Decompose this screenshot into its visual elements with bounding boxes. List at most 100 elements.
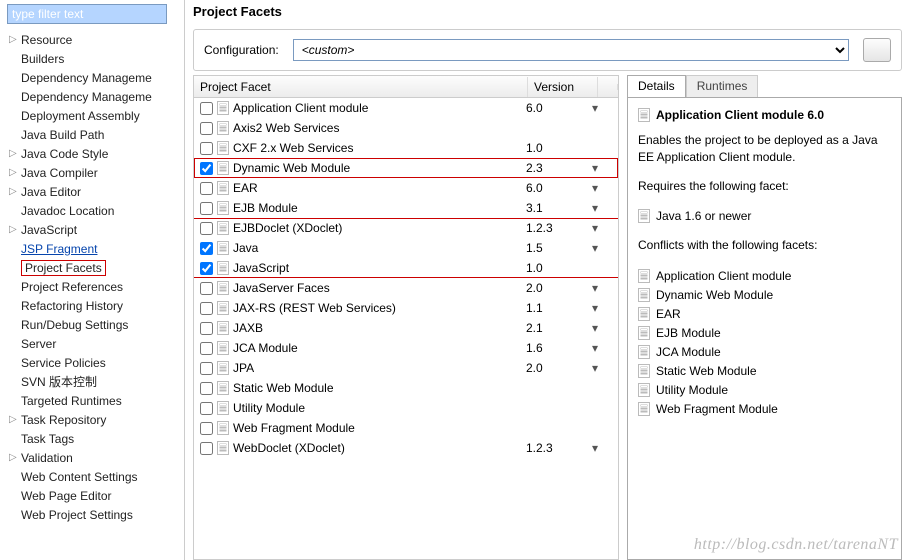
- facet-row[interactable]: WebDoclet (XDoclet) 1.2.3 ▾: [194, 438, 618, 458]
- tab-runtimes[interactable]: Runtimes: [686, 75, 759, 97]
- facet-row[interactable]: Dynamic Web Module 2.3 ▾: [194, 158, 618, 178]
- sidebar-item-label: Dependency Manageme: [21, 71, 152, 85]
- facet-checkbox[interactable]: [200, 362, 213, 375]
- sidebar-item[interactable]: Deployment Assembly: [3, 106, 184, 125]
- sidebar-item[interactable]: Project References: [3, 277, 184, 296]
- version-dropdown-icon[interactable]: ▾: [592, 201, 612, 215]
- sidebar-item[interactable]: ▷JavaScript: [3, 220, 184, 239]
- sidebar-item[interactable]: Javadoc Location: [3, 201, 184, 220]
- sidebar-item[interactable]: Server: [3, 334, 184, 353]
- tab-details[interactable]: Details: [627, 75, 686, 97]
- sidebar-item[interactable]: ▷Java Code Style: [3, 144, 184, 163]
- conflicts-list: Application Client moduleDynamic Web Mod…: [638, 266, 893, 418]
- version-dropdown-icon[interactable]: ▾: [592, 161, 612, 175]
- sidebar-item[interactable]: Dependency Manageme: [3, 68, 184, 87]
- facet-checkbox[interactable]: [200, 242, 213, 255]
- sidebar-item[interactable]: Refactoring History: [3, 296, 184, 315]
- facet-checkbox[interactable]: [200, 262, 213, 275]
- sidebar-item[interactable]: ▷Validation: [3, 448, 184, 467]
- facet-name: EJBDoclet (XDoclet): [233, 221, 342, 235]
- facet-checkbox[interactable]: [200, 282, 213, 295]
- facet-row[interactable]: JavaScript 1.0: [194, 258, 618, 278]
- sidebar-item[interactable]: ▷Java Compiler: [3, 163, 184, 182]
- version-dropdown-icon[interactable]: ▾: [592, 441, 612, 455]
- facet-name: JAXB: [233, 321, 263, 335]
- page-icon: [217, 241, 229, 255]
- sidebar-item[interactable]: Dependency Manageme: [3, 87, 184, 106]
- facet-row[interactable]: CXF 2.x Web Services 1.0: [194, 138, 618, 158]
- configuration-select[interactable]: <custom>: [293, 39, 849, 61]
- sidebar-item[interactable]: Java Build Path: [3, 125, 184, 144]
- sidebar-item[interactable]: Service Policies: [3, 353, 184, 372]
- facet-checkbox[interactable]: [200, 142, 213, 155]
- sidebar-item[interactable]: Run/Debug Settings: [3, 315, 184, 334]
- version-dropdown-icon[interactable]: ▾: [592, 341, 612, 355]
- sidebar-item[interactable]: Task Tags: [3, 429, 184, 448]
- facet-checkbox[interactable]: [200, 202, 213, 215]
- list-item: Web Fragment Module: [638, 399, 893, 418]
- version-dropdown-icon[interactable]: ▾: [592, 101, 612, 115]
- facet-name: Dynamic Web Module: [233, 161, 350, 175]
- facet-checkbox[interactable]: [200, 162, 213, 175]
- sidebar-item-label: Deployment Assembly: [21, 109, 140, 123]
- facet-checkbox[interactable]: [200, 102, 213, 115]
- sidebar-item[interactable]: Web Project Settings: [3, 505, 184, 524]
- list-item: Static Web Module: [638, 361, 893, 380]
- col-version[interactable]: Version: [528, 77, 598, 97]
- version-dropdown-icon[interactable]: ▾: [592, 321, 612, 335]
- sidebar-item[interactable]: Targeted Runtimes: [3, 391, 184, 410]
- sidebar-item[interactable]: ▷Task Repository: [3, 410, 184, 429]
- facet-version: 1.0: [522, 261, 592, 275]
- sidebar-item-label: Java Code Style: [21, 147, 108, 161]
- facet-row[interactable]: Java 1.5 ▾: [194, 238, 618, 258]
- facet-row[interactable]: Utility Module: [194, 398, 618, 418]
- facet-row[interactable]: JavaServer Faces 2.0 ▾: [194, 278, 618, 298]
- sidebar-item[interactable]: Web Content Settings: [3, 467, 184, 486]
- facet-row[interactable]: EJB Module 3.1 ▾: [194, 198, 618, 218]
- facet-row[interactable]: Application Client module 6.0 ▾: [194, 98, 618, 118]
- facet-row[interactable]: EAR 6.0 ▾: [194, 178, 618, 198]
- version-dropdown-icon[interactable]: ▾: [592, 221, 612, 235]
- sidebar-item[interactable]: Web Page Editor: [3, 486, 184, 505]
- sidebar-item-label: Validation: [21, 451, 73, 465]
- facet-row[interactable]: JPA 2.0 ▾: [194, 358, 618, 378]
- version-dropdown-icon[interactable]: ▾: [592, 301, 612, 315]
- facet-row[interactable]: Static Web Module: [194, 378, 618, 398]
- facet-name: JAX-RS (REST Web Services): [233, 301, 396, 315]
- facet-version: 6.0: [522, 181, 592, 195]
- sidebar-item[interactable]: JSP Fragment: [3, 239, 184, 258]
- facet-version: 1.2.3: [522, 441, 592, 455]
- facet-row[interactable]: JAXB 2.1 ▾: [194, 318, 618, 338]
- facet-row[interactable]: JAX-RS (REST Web Services) 1.1 ▾: [194, 298, 618, 318]
- sidebar-item[interactable]: SVN 版本控制: [3, 372, 184, 391]
- facet-row[interactable]: Web Fragment Module: [194, 418, 618, 438]
- version-dropdown-icon[interactable]: ▾: [592, 361, 612, 375]
- config-button[interactable]: [863, 38, 891, 62]
- facet-checkbox[interactable]: [200, 222, 213, 235]
- sidebar-item[interactable]: ▷Resource: [3, 30, 184, 49]
- col-project-facet[interactable]: Project Facet: [194, 77, 528, 97]
- facet-checkbox[interactable]: [200, 422, 213, 435]
- facet-row[interactable]: Axis2 Web Services: [194, 118, 618, 138]
- page-icon: [217, 441, 229, 455]
- filter-input[interactable]: [7, 4, 167, 24]
- facet-checkbox[interactable]: [200, 442, 213, 455]
- sidebar-item[interactable]: ▷Java Editor: [3, 182, 184, 201]
- facet-checkbox[interactable]: [200, 302, 213, 315]
- facet-checkbox[interactable]: [200, 382, 213, 395]
- facet-name: Web Fragment Module: [233, 421, 355, 435]
- facet-checkbox[interactable]: [200, 342, 213, 355]
- facet-row[interactable]: EJBDoclet (XDoclet) 1.2.3 ▾: [194, 218, 618, 238]
- facet-checkbox[interactable]: [200, 322, 213, 335]
- sidebar-item[interactable]: Project Facets: [3, 258, 184, 277]
- facet-version: 2.3: [522, 161, 592, 175]
- facet-row[interactable]: JCA Module 1.6 ▾: [194, 338, 618, 358]
- sidebar-item-label: Task Repository: [21, 413, 106, 427]
- facet-checkbox[interactable]: [200, 182, 213, 195]
- version-dropdown-icon[interactable]: ▾: [592, 241, 612, 255]
- facet-checkbox[interactable]: [200, 122, 213, 135]
- version-dropdown-icon[interactable]: ▾: [592, 181, 612, 195]
- facet-checkbox[interactable]: [200, 402, 213, 415]
- sidebar-item[interactable]: Builders: [3, 49, 184, 68]
- version-dropdown-icon[interactable]: ▾: [592, 281, 612, 295]
